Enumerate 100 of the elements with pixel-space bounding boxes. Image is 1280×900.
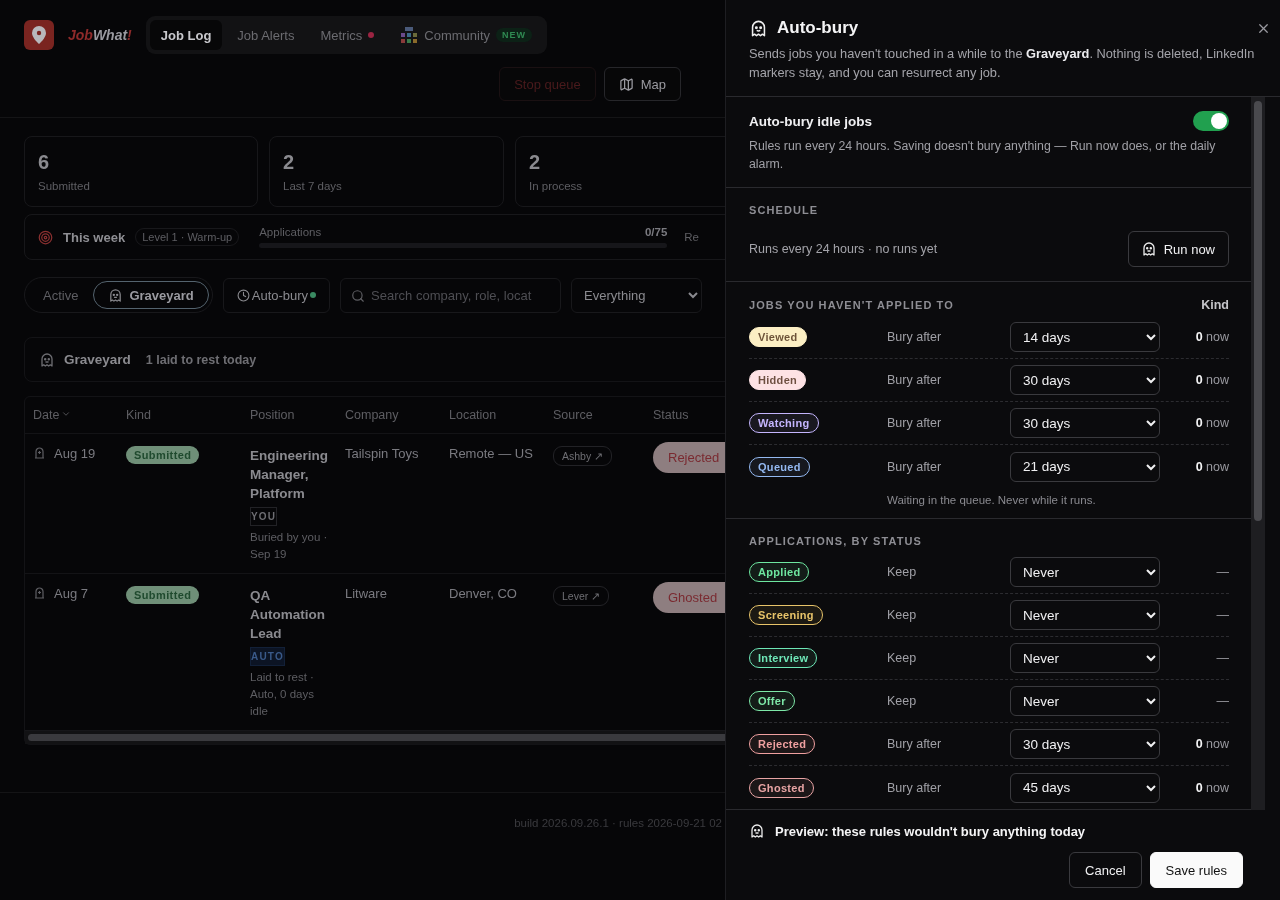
panel-title: Auto-bury	[777, 18, 859, 38]
section-heading: JOBS YOU HAVEN'T APPLIED TO	[749, 299, 954, 311]
rule-note: Waiting in the queue. Never while it runs.	[886, 493, 1097, 508]
stat-label: Submitted	[38, 180, 91, 192]
match-count: 0 now	[1195, 416, 1229, 430]
toggle-switch[interactable]	[1193, 111, 1229, 131]
stat-label: Last 7 days	[283, 180, 343, 192]
match-count: 0 now	[1195, 780, 1229, 795]
ghost-icon	[749, 18, 768, 38]
status-tag: Ghosted	[749, 777, 814, 798]
kind-badge: Submitted	[126, 445, 200, 464]
source-link[interactable]: Lever ↗	[553, 585, 610, 606]
graveyard-subtitle: 1 laid to rest today	[145, 352, 257, 367]
tombstone-icon	[34, 587, 45, 599]
match-count: —	[1216, 565, 1229, 579]
status-tag: Watching	[749, 413, 819, 433]
filter-select[interactable]: Everything	[571, 277, 703, 313]
auto-bury-button[interactable]: Auto-bury	[222, 277, 331, 313]
match-count: —	[1216, 608, 1229, 622]
status-badge: Rejected	[653, 441, 725, 473]
meter-label: Applications	[259, 226, 323, 238]
section-heading: APPLICATIONS, BY STATUS	[749, 535, 922, 547]
status-tag: Queued	[749, 456, 810, 477]
stat-label: In process	[529, 180, 584, 192]
position-title: QA Automation Lead	[250, 586, 326, 643]
burial-note: Laid to rest · Auto, 0 days idle	[250, 669, 315, 719]
status-badge: Ghosted	[653, 581, 725, 613]
rule-action: Keep	[887, 651, 918, 665]
rule-action: Bury after	[887, 373, 943, 387]
section-heading: SCHEDULE	[749, 204, 819, 216]
rule-action: Keep	[887, 694, 918, 708]
logo-icon	[24, 20, 54, 50]
match-count: 0 now	[1195, 737, 1229, 751]
column-header: Kind	[1201, 298, 1229, 312]
kind-badge: Submitted	[126, 585, 200, 604]
ghost-icon	[749, 823, 765, 839]
duration-select[interactable]: 30 days	[1010, 365, 1160, 395]
target-icon	[38, 229, 53, 245]
duration-select[interactable]: Never	[1010, 686, 1160, 716]
save-button[interactable]: Save rules	[1149, 852, 1243, 888]
map-button[interactable]: Map	[603, 67, 681, 101]
status-tag: Offer	[749, 691, 795, 711]
status-tag: Applied	[749, 562, 810, 582]
company-name: Tailspin Toys	[345, 445, 419, 461]
meter-reading: 0/75	[644, 226, 668, 238]
burial-note: Buried by you · Sep 19	[250, 529, 329, 562]
duration-select[interactable]: 45 days	[1010, 772, 1160, 803]
nav-tab[interactable]: Metrics	[309, 20, 386, 50]
source-link[interactable]: Ashby ↗	[553, 445, 613, 466]
rule-action: Keep	[887, 565, 918, 579]
brand-name: JobWhat!	[68, 27, 132, 43]
duration-select[interactable]: 30 days	[1010, 729, 1160, 759]
week-title: This week	[63, 229, 126, 245]
nav-tab[interactable]: Job Alerts	[226, 20, 306, 50]
meter-label: Re	[684, 231, 699, 243]
rule-action: Bury after	[887, 416, 943, 430]
run-now-button[interactable]: Run now	[1127, 231, 1229, 267]
match-count: 0 now	[1195, 459, 1229, 474]
duration-select[interactable]: 21 days	[1010, 451, 1160, 482]
position-title: Engineering Manager, Platform	[250, 446, 329, 503]
status-tag: Rejected	[749, 734, 816, 754]
date-text: Aug 7	[54, 585, 88, 601]
scrollbar[interactable]	[25, 729, 725, 744]
tombstone-icon	[34, 447, 45, 459]
search-field[interactable]: Search company, role, locat	[340, 277, 562, 313]
owner-tag: YOU	[250, 506, 278, 526]
scrollbar[interactable]	[1251, 97, 1265, 810]
duration-select[interactable]: 30 days	[1010, 408, 1160, 438]
duration-select[interactable]: Never	[1010, 643, 1160, 673]
rule-action: Bury after	[887, 330, 943, 344]
rule-action: Bury after	[887, 780, 943, 795]
clock-icon	[236, 288, 250, 302]
status-tag: Viewed	[749, 327, 807, 347]
search-icon	[351, 288, 366, 303]
match-count: —	[1216, 694, 1229, 708]
match-count: 0 now	[1195, 330, 1229, 344]
rule-action: Keep	[887, 608, 918, 622]
status-tag: Screening	[749, 605, 823, 625]
toggle-label: Auto-bury idle jobs	[749, 113, 872, 129]
location-text: Remote — US	[449, 445, 533, 461]
ghost-icon	[108, 287, 124, 303]
stat-value: 6	[38, 151, 51, 174]
nav-tab[interactable]: Job Log	[149, 20, 223, 50]
ghost-icon	[1140, 241, 1157, 257]
map-icon	[618, 76, 634, 92]
status-tag: Interview	[749, 648, 818, 668]
duration-select[interactable]: Never	[1010, 600, 1160, 630]
people-icon	[400, 26, 419, 44]
schedule-text: Runs every 24 hours · no runs yet	[749, 242, 938, 256]
company-name: Litware	[345, 585, 387, 601]
ghost-icon	[39, 351, 55, 368]
duration-select[interactable]: 14 days	[1010, 322, 1160, 352]
stat-value: 2	[283, 151, 296, 174]
duration-select[interactable]: Never	[1010, 557, 1160, 587]
graveyard-title: Graveyard	[64, 352, 131, 367]
match-count: 0 now	[1195, 373, 1229, 387]
nav-tab[interactable]: Community NEW	[389, 20, 544, 50]
status-tag: Hidden	[749, 370, 807, 390]
preview-text: Preview: these rules wouldn't bury anything today	[775, 823, 1086, 839]
cancel-button[interactable]: Cancel	[1069, 852, 1142, 888]
